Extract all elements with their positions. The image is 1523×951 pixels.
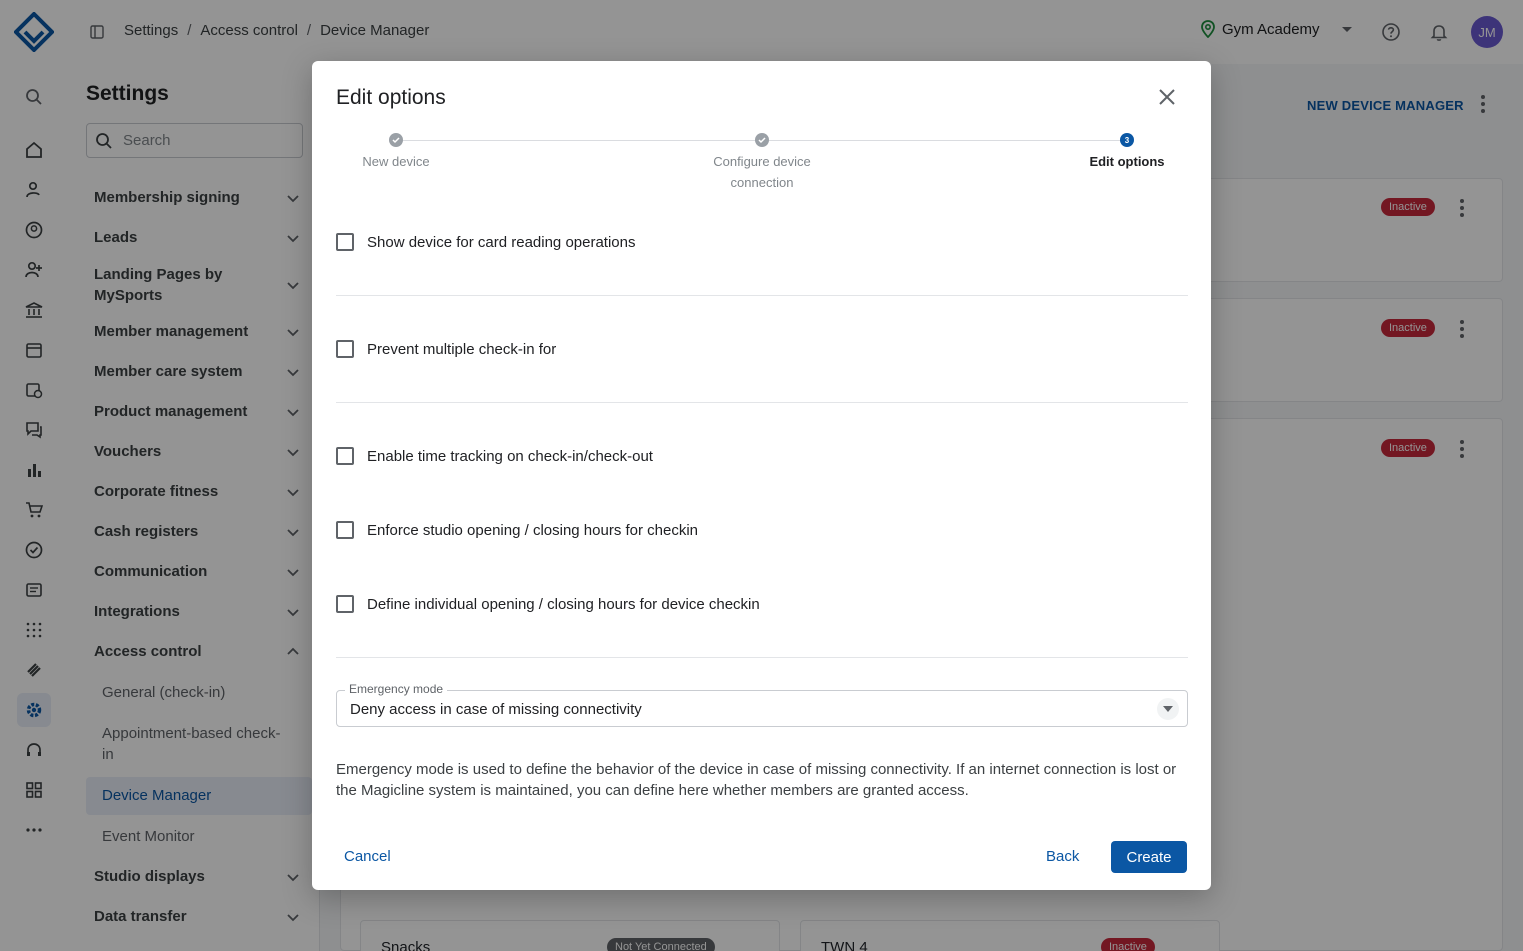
option-label: Show device for card reading operations bbox=[367, 233, 636, 251]
option-individual-hours[interactable]: Define individual opening / closing hour… bbox=[336, 595, 760, 613]
option-label: Enforce studio opening / closing hours f… bbox=[367, 521, 699, 539]
divider bbox=[336, 295, 1188, 296]
step-number: 3 bbox=[1120, 133, 1134, 147]
checkbox[interactable] bbox=[336, 447, 354, 465]
emergency-mode-label: Emergency mode bbox=[345, 682, 448, 696]
checkbox[interactable] bbox=[336, 521, 354, 539]
step-label: Configure device connection bbox=[713, 154, 811, 190]
close-icon[interactable] bbox=[1158, 88, 1176, 106]
checkbox[interactable] bbox=[336, 233, 354, 251]
divider bbox=[336, 402, 1188, 403]
edit-options-dialog: Edit options New device Configure device… bbox=[312, 61, 1211, 890]
caret-down-icon[interactable] bbox=[1157, 698, 1179, 720]
step-configure-connection: Configure device connection bbox=[696, 133, 828, 193]
step-label: Edit options bbox=[1089, 154, 1165, 169]
back-button[interactable]: Back bbox=[1046, 848, 1079, 865]
emergency-mode-help: Emergency mode is used to define the beh… bbox=[336, 761, 1177, 799]
divider bbox=[336, 657, 1188, 658]
check-icon bbox=[389, 133, 403, 147]
option-enforce-studio-hours[interactable]: Enforce studio opening / closing hours f… bbox=[336, 521, 698, 539]
option-time-tracking[interactable]: Enable time tracking on check-in/check-o… bbox=[336, 447, 653, 465]
emergency-mode-value: Deny access in case of missing connectiv… bbox=[350, 701, 642, 718]
step-new-device: New device bbox=[346, 133, 446, 172]
option-label: Prevent multiple check-in for bbox=[367, 340, 557, 358]
option-label: Define individual opening / closing hour… bbox=[367, 595, 760, 613]
option-label: Enable time tracking on check-in/check-o… bbox=[367, 447, 653, 465]
checkbox[interactable] bbox=[336, 340, 354, 358]
step-edit-options: 3 Edit options bbox=[1077, 133, 1177, 172]
check-icon bbox=[755, 133, 769, 147]
create-button[interactable]: Create bbox=[1111, 841, 1187, 873]
dialog-title: Edit options bbox=[336, 86, 446, 109]
option-prevent-multiple-checkin[interactable]: Prevent multiple check-in for bbox=[336, 340, 556, 358]
cancel-button[interactable]: Cancel bbox=[344, 848, 391, 865]
checkbox[interactable] bbox=[336, 595, 354, 613]
option-card-reading[interactable]: Show device for card reading operations bbox=[336, 233, 636, 251]
step-label: New device bbox=[362, 154, 430, 169]
emergency-mode-select[interactable]: Deny access in case of missing connectiv… bbox=[336, 690, 1188, 727]
